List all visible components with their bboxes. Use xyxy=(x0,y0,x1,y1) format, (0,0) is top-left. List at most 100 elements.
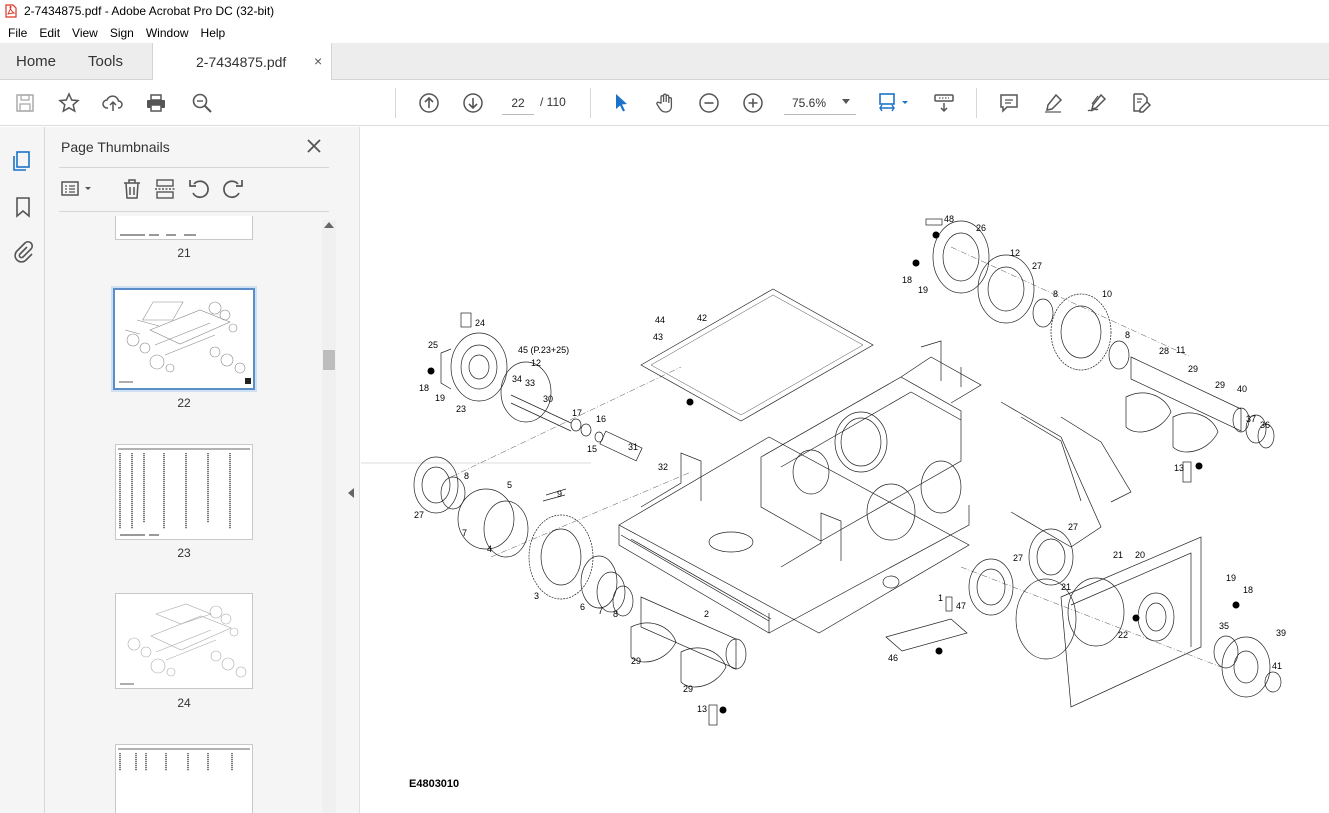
callout-label: 7 xyxy=(462,528,468,538)
callout-label: 29 xyxy=(683,684,694,694)
callout-label: 33 xyxy=(525,378,536,388)
callout-label: 44 xyxy=(655,315,666,325)
collapse-arrow-icon xyxy=(348,488,354,498)
callout-label: 30 xyxy=(543,394,554,404)
title-bar: 2-7434875.pdf - Adobe Acrobat Pro DC (32… xyxy=(0,0,1329,22)
callout-label: 35 xyxy=(1219,621,1230,631)
thumbnail-label: 23 xyxy=(177,546,191,560)
collapse-panel-handle[interactable] xyxy=(343,127,360,813)
callout-label: 36 xyxy=(1260,420,1271,430)
close-icon[interactable] xyxy=(305,137,323,155)
callout-label: 31 xyxy=(628,442,639,452)
close-tab-icon[interactable]: × xyxy=(314,53,322,69)
tab-document[interactable]: 2-7434875.pdf × xyxy=(152,43,332,80)
scroll-up-arrow-icon[interactable] xyxy=(324,222,334,228)
menu-sign[interactable]: Sign xyxy=(104,26,140,40)
callout-label: 27 xyxy=(414,510,425,520)
callout-label: 11 xyxy=(1176,345,1186,355)
callout-label: 6 xyxy=(580,602,586,612)
rotate-counterclockwise-icon[interactable] xyxy=(187,177,211,201)
zoom-level-select[interactable]: 75.6% xyxy=(784,91,856,115)
callout-label: 37 xyxy=(1246,414,1257,424)
bookmarks-icon[interactable] xyxy=(11,195,35,219)
thumbnail-page-21[interactable] xyxy=(115,216,253,240)
callout-label: 13 xyxy=(697,704,708,714)
callout-label: 47 xyxy=(956,601,967,611)
save-icon[interactable] xyxy=(13,91,37,115)
callout-label: 27 xyxy=(1032,261,1043,271)
menu-file[interactable]: File xyxy=(2,26,33,40)
callout-label: 27 xyxy=(1068,522,1079,532)
callout-label: 10 xyxy=(1102,289,1113,299)
callout-label: 19 xyxy=(918,285,929,295)
callout-label: 21 xyxy=(1061,582,1072,592)
next-page-icon[interactable] xyxy=(461,91,485,115)
zoom-out-icon[interactable] xyxy=(697,91,721,115)
callout-label: 1 xyxy=(938,593,944,603)
thumbnail-label: 24 xyxy=(177,696,191,710)
page-thumbnails-icon[interactable] xyxy=(11,149,35,173)
callout-label: 28 xyxy=(1159,346,1170,356)
thumbnail-options-icon[interactable] xyxy=(60,177,96,201)
chevron-down-icon xyxy=(842,99,850,104)
menu-window[interactable]: Window xyxy=(140,26,195,40)
bookmark-star-icon[interactable] xyxy=(57,91,81,115)
thumbnail-page-22[interactable] xyxy=(111,286,257,392)
print-icon[interactable] xyxy=(144,91,168,115)
previous-page-icon[interactable] xyxy=(417,91,441,115)
callout-label: 5 xyxy=(507,480,513,490)
document-view[interactable]: E4803010 48 26 12 27 18 19 8 10 8 28 11 … xyxy=(361,127,1329,813)
upload-cloud-icon[interactable] xyxy=(101,91,125,115)
extract-pages-icon[interactable] xyxy=(153,177,177,201)
comment-icon[interactable] xyxy=(997,91,1021,115)
fit-page-icon[interactable] xyxy=(876,91,912,115)
hand-tool-icon[interactable] xyxy=(653,91,677,115)
callout-label: 41 xyxy=(1272,661,1283,671)
sign-draw-icon[interactable] xyxy=(1085,91,1109,115)
scrollbar-thumb[interactable] xyxy=(323,350,335,370)
page-number-input[interactable]: 22 xyxy=(502,91,534,115)
callout-label: 19 xyxy=(435,393,446,403)
rotate-clockwise-icon[interactable] xyxy=(221,177,245,201)
callout-label: 20 xyxy=(1135,550,1146,560)
toolbar-separator xyxy=(976,88,977,118)
thumbnail-page-23[interactable] xyxy=(115,444,253,540)
menu-edit[interactable]: Edit xyxy=(33,26,66,40)
menu-view[interactable]: View xyxy=(66,26,104,40)
edit-document-icon[interactable] xyxy=(1129,91,1153,115)
thumbnail-page-24[interactable] xyxy=(115,593,253,689)
callout-label: 46 xyxy=(888,653,899,663)
scroll-mode-icon[interactable] xyxy=(932,91,956,115)
callout-label: 19 xyxy=(1226,573,1237,583)
highlight-pen-icon[interactable] xyxy=(1041,91,1065,115)
menu-help[interactable]: Help xyxy=(195,26,232,40)
menu-bar: File Edit View Sign Window Help xyxy=(0,22,1329,43)
callout-label: 26 xyxy=(976,223,987,233)
panel-title: Page Thumbnails xyxy=(61,139,170,155)
select-cursor-icon[interactable] xyxy=(609,91,633,115)
zoom-search-icon[interactable] xyxy=(190,91,214,115)
callout-label: 43 xyxy=(653,332,664,342)
thumbnail-label: 22 xyxy=(177,396,191,410)
callout-label: 12 xyxy=(531,358,542,368)
callout-label: 9 xyxy=(557,489,563,499)
callout-label: 17 xyxy=(572,408,583,418)
thumbnail-scrollbar[interactable] xyxy=(322,220,336,813)
callout-label: 24 xyxy=(475,318,486,328)
zoom-in-icon[interactable] xyxy=(741,91,765,115)
callout-label: 25 xyxy=(428,340,439,350)
callout-label: 48 xyxy=(944,214,955,224)
thumbnail-page-25[interactable] xyxy=(115,744,253,813)
panel-divider xyxy=(59,211,329,212)
callout-label: 8 xyxy=(1125,330,1131,340)
attachments-paperclip-icon[interactable] xyxy=(11,240,35,264)
tab-home[interactable]: Home xyxy=(16,53,56,70)
tab-tools[interactable]: Tools xyxy=(88,53,123,70)
callout-label: 40 xyxy=(1237,384,1248,394)
callout-label: 18 xyxy=(1243,585,1254,595)
callout-label: 21 xyxy=(1113,550,1124,560)
callout-label: 16 xyxy=(596,414,607,424)
callout-label: 42 xyxy=(697,313,708,323)
delete-trash-icon[interactable] xyxy=(120,177,144,201)
callout-label: 12 xyxy=(1010,248,1021,258)
